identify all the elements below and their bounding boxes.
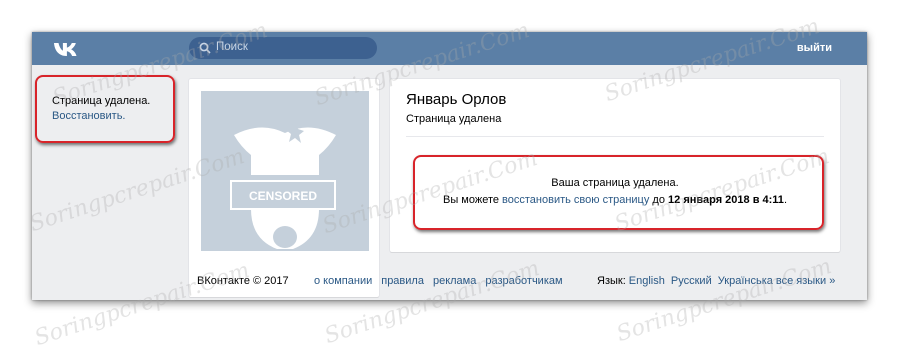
footer-link-about[interactable]: о компании	[314, 275, 372, 287]
search-box[interactable]: Поиск	[189, 37, 377, 59]
top-bar: Поиск выйти	[32, 32, 867, 65]
avatar-card: CENSORED	[189, 79, 379, 297]
language-ukrainian[interactable]: Українська	[718, 275, 773, 287]
footer: ВКонтакте © 2017 о компании правила реклам…	[32, 275, 867, 291]
footer-nav: о компании правила реклама разработчикам	[314, 275, 572, 287]
censored-stamp: CENSORED	[249, 189, 317, 203]
profile-status: Страница удалена	[406, 113, 502, 125]
highlight-box-message	[413, 155, 824, 230]
footer-link-developers[interactable]: разработчикам	[485, 275, 562, 287]
language-label: Язык:	[597, 275, 626, 287]
deleted-avatar: CENSORED	[201, 91, 369, 251]
language-all[interactable]: все языки »	[776, 275, 835, 287]
search-icon	[199, 42, 211, 54]
highlight-box-sidebar	[35, 75, 175, 143]
profile-name: Январь Орлов	[406, 91, 507, 108]
logout-link[interactable]: выйти	[797, 42, 832, 54]
vk-logo-icon[interactable]	[53, 41, 81, 57]
footer-link-ads[interactable]: реклама	[433, 275, 476, 287]
search-input[interactable]: Поиск	[216, 41, 248, 53]
dog-silhouette-icon: CENSORED	[230, 119, 336, 249]
divider	[406, 136, 824, 137]
language-russian[interactable]: Русский	[671, 275, 712, 287]
language-english[interactable]: English	[629, 275, 665, 287]
language-selector: Язык: English Русский Українська все языки…	[597, 275, 835, 287]
footer-link-rules[interactable]: правила	[381, 275, 424, 287]
copyright: ВКонтакте © 2017	[197, 275, 289, 287]
